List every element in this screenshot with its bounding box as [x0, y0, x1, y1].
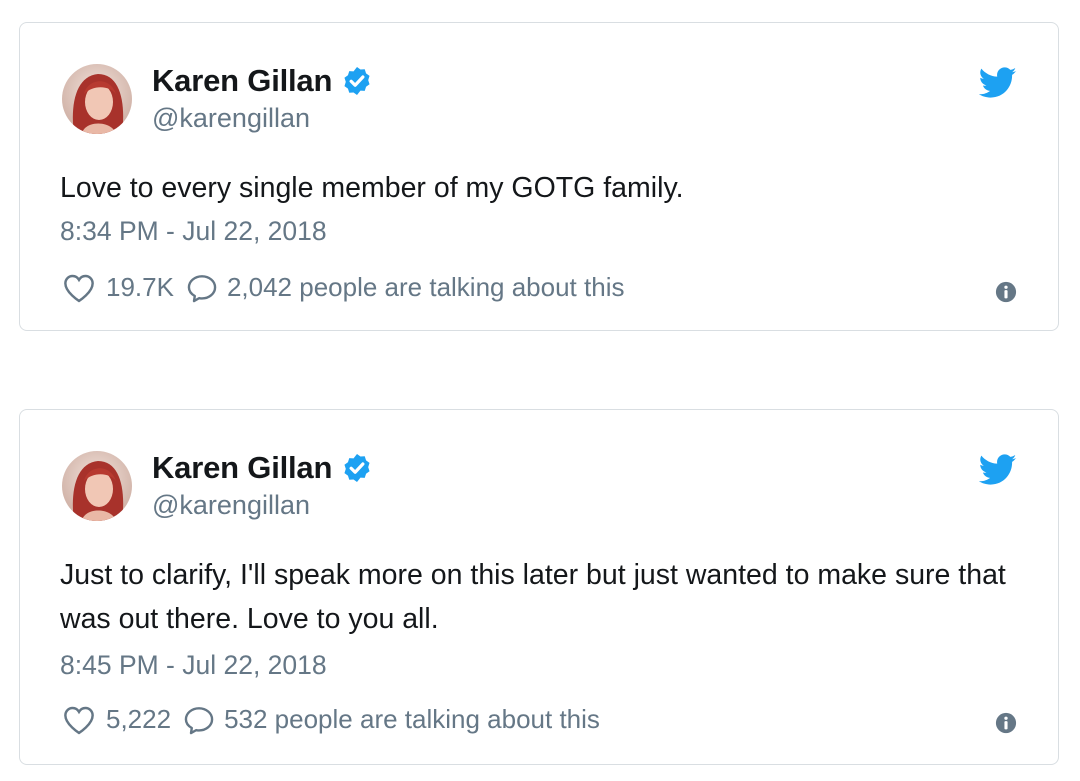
avatar[interactable]: [62, 64, 132, 134]
author-handle[interactable]: @karengillan: [152, 490, 310, 521]
info-icon[interactable]: [995, 712, 1017, 734]
info-icon[interactable]: [995, 281, 1017, 303]
like-count[interactable]: 5,222: [106, 704, 171, 735]
tweet-timestamp[interactable]: 8:45 PM - Jul 22, 2018: [60, 650, 327, 681]
author-name[interactable]: Karen Gillan: [152, 63, 332, 99]
tweet-text: Just to clarify, I'll speak more on this…: [60, 559, 1006, 635]
tweet-actions: 5,222 532 people are talking about this: [62, 704, 600, 735]
verified-badge-icon: [344, 67, 370, 95]
twitter-bird-icon[interactable]: [979, 67, 1017, 99]
tweet-card: Karen Gillan @karengillan Just to clarif…: [19, 409, 1059, 765]
heart-icon[interactable]: [62, 705, 96, 735]
tweet-card: Karen Gillan @karengillan Love to every …: [19, 22, 1059, 331]
author-name[interactable]: Karen Gillan: [152, 450, 332, 486]
avatar[interactable]: [62, 451, 132, 521]
speech-bubble-icon[interactable]: [186, 273, 218, 303]
heart-icon[interactable]: [62, 273, 96, 303]
like-count[interactable]: 19.7K: [106, 272, 174, 303]
verified-badge-icon: [344, 454, 370, 482]
twitter-bird-icon[interactable]: [979, 454, 1017, 486]
speech-bubble-icon[interactable]: [183, 705, 215, 735]
tweet-timestamp[interactable]: 8:34 PM - Jul 22, 2018: [60, 216, 327, 247]
tweet-text: Love to every single member of my GOTG f…: [60, 172, 684, 204]
talking-about-link[interactable]: 2,042 people are talking about this: [227, 272, 625, 303]
tweet-actions: 19.7K 2,042 people are talking about thi…: [62, 272, 624, 303]
author-handle[interactable]: @karengillan: [152, 103, 310, 134]
talking-about-link[interactable]: 532 people are talking about this: [224, 704, 600, 735]
